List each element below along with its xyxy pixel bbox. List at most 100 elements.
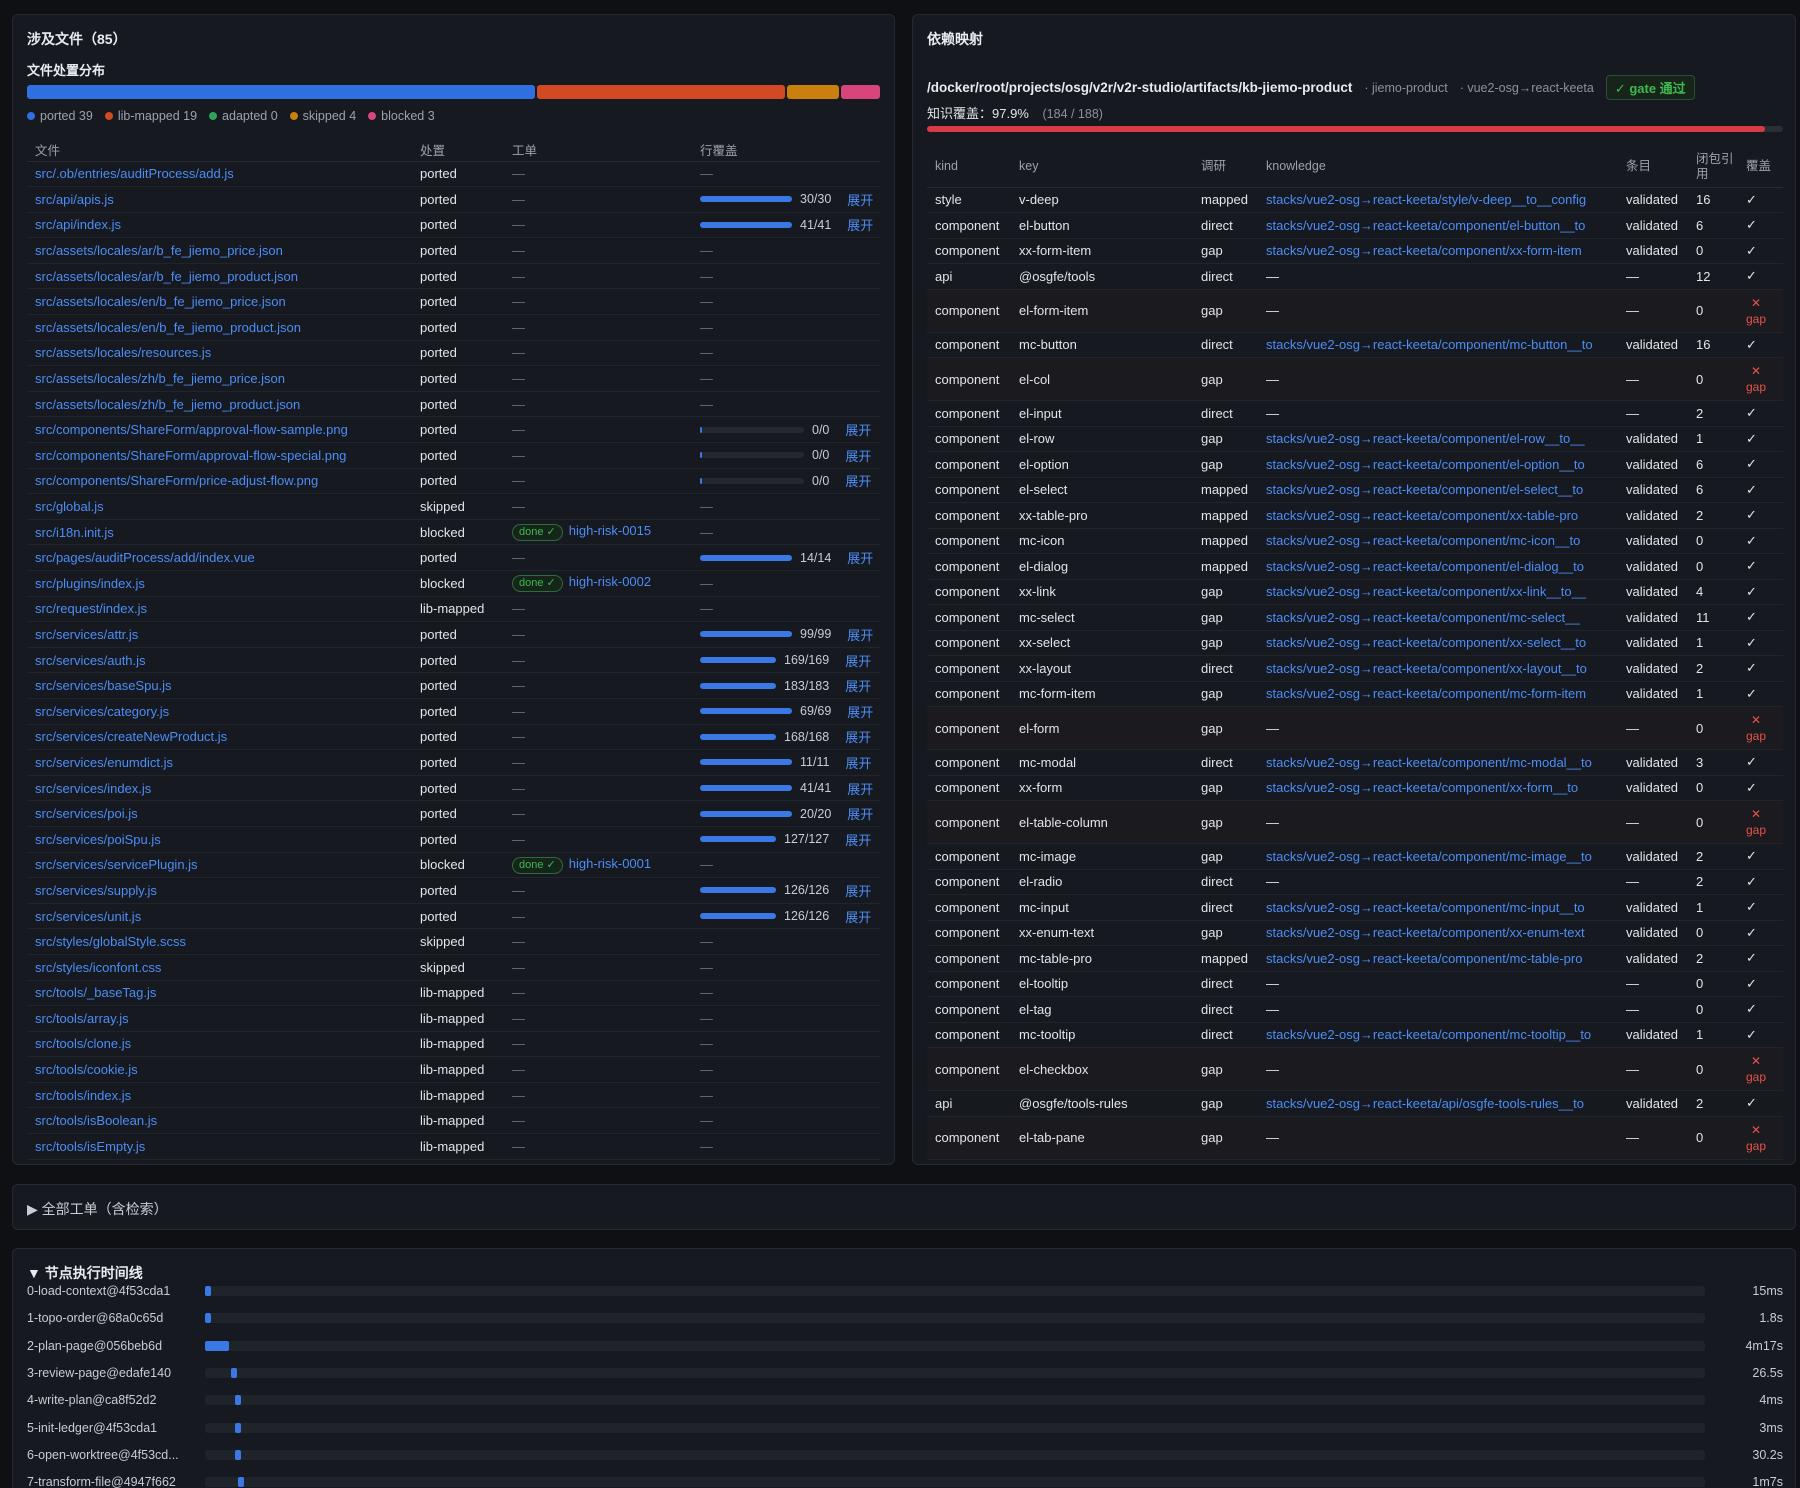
file-link[interactable]: src/services/supply.js bbox=[35, 883, 157, 898]
expand-link[interactable]: 展开 bbox=[845, 727, 871, 746]
workorders-section[interactable]: ▶ 全部工单（含检索） bbox=[12, 1184, 1796, 1230]
file-link[interactable]: src/global.js bbox=[35, 499, 104, 514]
expand-link[interactable]: 展开 bbox=[845, 446, 871, 465]
knowledge-link[interactable]: stacks/vue2-osg→react-keeta/component/xx… bbox=[1266, 925, 1585, 940]
file-link[interactable]: src/request/index.js bbox=[35, 601, 147, 616]
file-link[interactable]: src/.ob/entries/auditProcess/add.js bbox=[35, 166, 234, 181]
file-link[interactable]: src/components/ShareForm/price-adjust-fl… bbox=[35, 473, 318, 488]
file-link[interactable]: src/services/auth.js bbox=[35, 653, 146, 668]
knowledge-link[interactable]: stacks/vue2-osg→react-keeta/component/xx… bbox=[1266, 584, 1586, 599]
knowledge-link[interactable]: stacks/vue2-osg→react-keeta/component/el… bbox=[1266, 431, 1585, 446]
timeline-row: 3-review-page@edafe140 26.5s bbox=[27, 1363, 1783, 1383]
refs-cell: 2 bbox=[1688, 400, 1738, 427]
file-link[interactable]: src/pages/auditProcess/add/index.vue bbox=[35, 550, 255, 565]
file-link[interactable]: src/api/apis.js bbox=[35, 192, 114, 207]
knowledge-cell: — bbox=[1258, 706, 1618, 750]
knowledge-link[interactable]: stacks/vue2-osg→react-keeta/component/xx… bbox=[1266, 661, 1587, 676]
file-link[interactable]: src/tools/array.js bbox=[35, 1011, 129, 1026]
file-link[interactable]: src/tools/cookie.js bbox=[35, 1062, 138, 1077]
knowledge-link[interactable]: stacks/vue2-osg→react-keeta/component/mc… bbox=[1266, 610, 1580, 625]
file-link[interactable]: src/services/unit.js bbox=[35, 909, 141, 924]
legend-label: ported 39 bbox=[40, 109, 93, 123]
expand-link[interactable]: 展开 bbox=[845, 471, 871, 490]
knowledge-link[interactable]: stacks/vue2-osg→react-keeta/component/xx… bbox=[1266, 243, 1582, 258]
file-link[interactable]: src/assets/locales/ar/b_fe_jiemo_product… bbox=[35, 269, 298, 284]
check-icon: ✓ bbox=[1746, 558, 1757, 574]
file-link[interactable]: src/components/ShareForm/approval-flow-s… bbox=[35, 448, 346, 463]
expand-link[interactable]: 展开 bbox=[845, 676, 871, 695]
file-link[interactable]: src/assets/locales/en/b_fe_jiemo_price.j… bbox=[35, 294, 286, 309]
knowledge-link[interactable]: stacks/vue2-osg→react-keeta/component/xx… bbox=[1266, 508, 1578, 523]
knowledge-link[interactable]: stacks/vue2-osg→react-keeta/component/mc… bbox=[1266, 849, 1592, 864]
ticket-link[interactable]: high-risk-0001 bbox=[569, 856, 651, 871]
file-link[interactable]: src/services/category.js bbox=[35, 704, 169, 719]
knowledge-link[interactable]: stacks/vue2-osg→react-keeta/component/mc… bbox=[1266, 337, 1593, 352]
expand-link[interactable]: 展开 bbox=[845, 753, 871, 772]
file-link[interactable]: src/services/servicePlugin.js bbox=[35, 857, 198, 872]
expand-link[interactable]: 展开 bbox=[847, 215, 873, 234]
knowledge-link[interactable]: stacks/vue2-osg→react-keeta/component/xx… bbox=[1266, 780, 1578, 795]
knowledge-link[interactable]: stacks/vue2-osg→react-keeta/component/el… bbox=[1266, 218, 1585, 233]
file-link[interactable]: src/assets/locales/zh/b_fe_jiemo_price.j… bbox=[35, 371, 285, 386]
knowledge-cell: — bbox=[1258, 263, 1618, 290]
expand-link[interactable]: 展开 bbox=[847, 804, 873, 823]
expand-link[interactable]: 展开 bbox=[847, 548, 873, 567]
file-link[interactable]: src/services/baseSpu.js bbox=[35, 678, 172, 693]
coverage-cell: 20/20 展开 bbox=[692, 800, 880, 827]
coverage-bar bbox=[700, 682, 776, 689]
expand-link[interactable]: 展开 bbox=[845, 651, 871, 670]
knowledge-link[interactable]: stacks/vue2-osg→react-keeta/component/mc… bbox=[1266, 755, 1592, 770]
file-link[interactable]: src/services/enumdict.js bbox=[35, 755, 173, 770]
expand-link[interactable]: 展开 bbox=[847, 702, 873, 721]
knowledge-link[interactable]: stacks/vue2-osg→react-keeta/component/el… bbox=[1266, 482, 1583, 497]
file-link[interactable]: src/assets/locales/ar/b_fe_jiemo_price.j… bbox=[35, 243, 283, 258]
ticket-cell: — bbox=[504, 928, 692, 955]
file-link[interactable]: src/tools/index.js bbox=[35, 1088, 131, 1103]
file-link[interactable]: src/tools/isBoolean.js bbox=[35, 1113, 157, 1128]
expand-link[interactable]: 展开 bbox=[845, 907, 871, 926]
file-link[interactable]: src/tools/isEmpty.js bbox=[35, 1139, 145, 1154]
knowledge-link[interactable]: stacks/vue2-osg→react-keeta/component/mc… bbox=[1266, 951, 1582, 966]
file-link[interactable]: src/services/poi.js bbox=[35, 806, 138, 821]
file-link[interactable]: src/services/createNewProduct.js bbox=[35, 729, 227, 744]
knowledge-link[interactable]: stacks/vue2-osg→react-keeta/component/el… bbox=[1266, 457, 1585, 472]
file-link[interactable]: src/services/index.js bbox=[35, 781, 151, 796]
file-link[interactable]: src/api/index.js bbox=[35, 217, 121, 232]
coverage-bar bbox=[700, 221, 792, 228]
expand-link[interactable]: 展开 bbox=[847, 625, 873, 644]
knowledge-link[interactable]: stacks/vue2-osg→react-keeta/component/mc… bbox=[1266, 1027, 1591, 1042]
file-link[interactable]: src/services/poiSpu.js bbox=[35, 832, 161, 847]
timeline-toggle[interactable]: ▼ 节点执行时间线 bbox=[27, 1263, 143, 1283]
expand-link[interactable]: 展开 bbox=[847, 779, 873, 798]
file-link[interactable]: src/assets/locales/en/b_fe_jiemo_product… bbox=[35, 320, 301, 335]
ticket-link[interactable]: high-risk-0002 bbox=[569, 574, 651, 589]
knowledge-link[interactable]: stacks/vue2-osg→react-keeta/component/mc… bbox=[1266, 686, 1586, 701]
coverage-cell: 69/69 展开 bbox=[692, 698, 880, 725]
timeline-track bbox=[205, 1422, 1705, 1433]
file-link[interactable]: src/i18n.init.js bbox=[35, 525, 114, 540]
knowledge-link[interactable]: stacks/vue2-osg→react-keeta/component/xx… bbox=[1266, 635, 1586, 650]
file-link[interactable]: src/tools/clone.js bbox=[35, 1036, 131, 1051]
expand-link[interactable]: 展开 bbox=[847, 190, 873, 209]
knowledge-link[interactable]: stacks/vue2-osg→react-keeta/component/el… bbox=[1266, 559, 1584, 574]
file-link[interactable]: src/styles/globalStyle.scss bbox=[35, 934, 186, 949]
knowledge-link[interactable]: stacks/vue2-osg→react-keeta/component/mc… bbox=[1266, 900, 1585, 915]
file-link[interactable]: src/tools/_baseTag.js bbox=[35, 985, 156, 1000]
file-link[interactable]: src/assets/locales/zh/b_fe_jiemo_product… bbox=[35, 397, 300, 412]
knowledge-link[interactable]: stacks/vue2-osg→react-keeta/component/mc… bbox=[1266, 533, 1580, 548]
knowledge-link[interactable]: stacks/vue2-osg→react-keeta/style/v-deep… bbox=[1266, 192, 1586, 207]
kind-cell: component bbox=[927, 553, 1011, 580]
disposition-cell: lib-mapped bbox=[412, 1107, 504, 1135]
workorders-toggle[interactable]: ▶ 全部工单（含检索） bbox=[27, 1199, 168, 1219]
file-link[interactable]: src/components/ShareForm/approval-flow-s… bbox=[35, 422, 348, 437]
expand-link[interactable]: 展开 bbox=[845, 881, 871, 900]
expand-link[interactable]: 展开 bbox=[845, 830, 871, 849]
refs-cell: 6 bbox=[1688, 212, 1738, 239]
file-link[interactable]: src/assets/locales/resources.js bbox=[35, 345, 211, 360]
file-link[interactable]: src/services/attr.js bbox=[35, 627, 138, 642]
knowledge-link[interactable]: stacks/vue2-osg→react-keeta/api/osgfe-to… bbox=[1266, 1096, 1584, 1111]
file-link[interactable]: src/plugins/index.js bbox=[35, 576, 145, 591]
ticket-link[interactable]: high-risk-0015 bbox=[569, 523, 651, 538]
expand-link[interactable]: 展开 bbox=[845, 420, 871, 439]
file-link[interactable]: src/styles/iconfont.css bbox=[35, 960, 161, 975]
